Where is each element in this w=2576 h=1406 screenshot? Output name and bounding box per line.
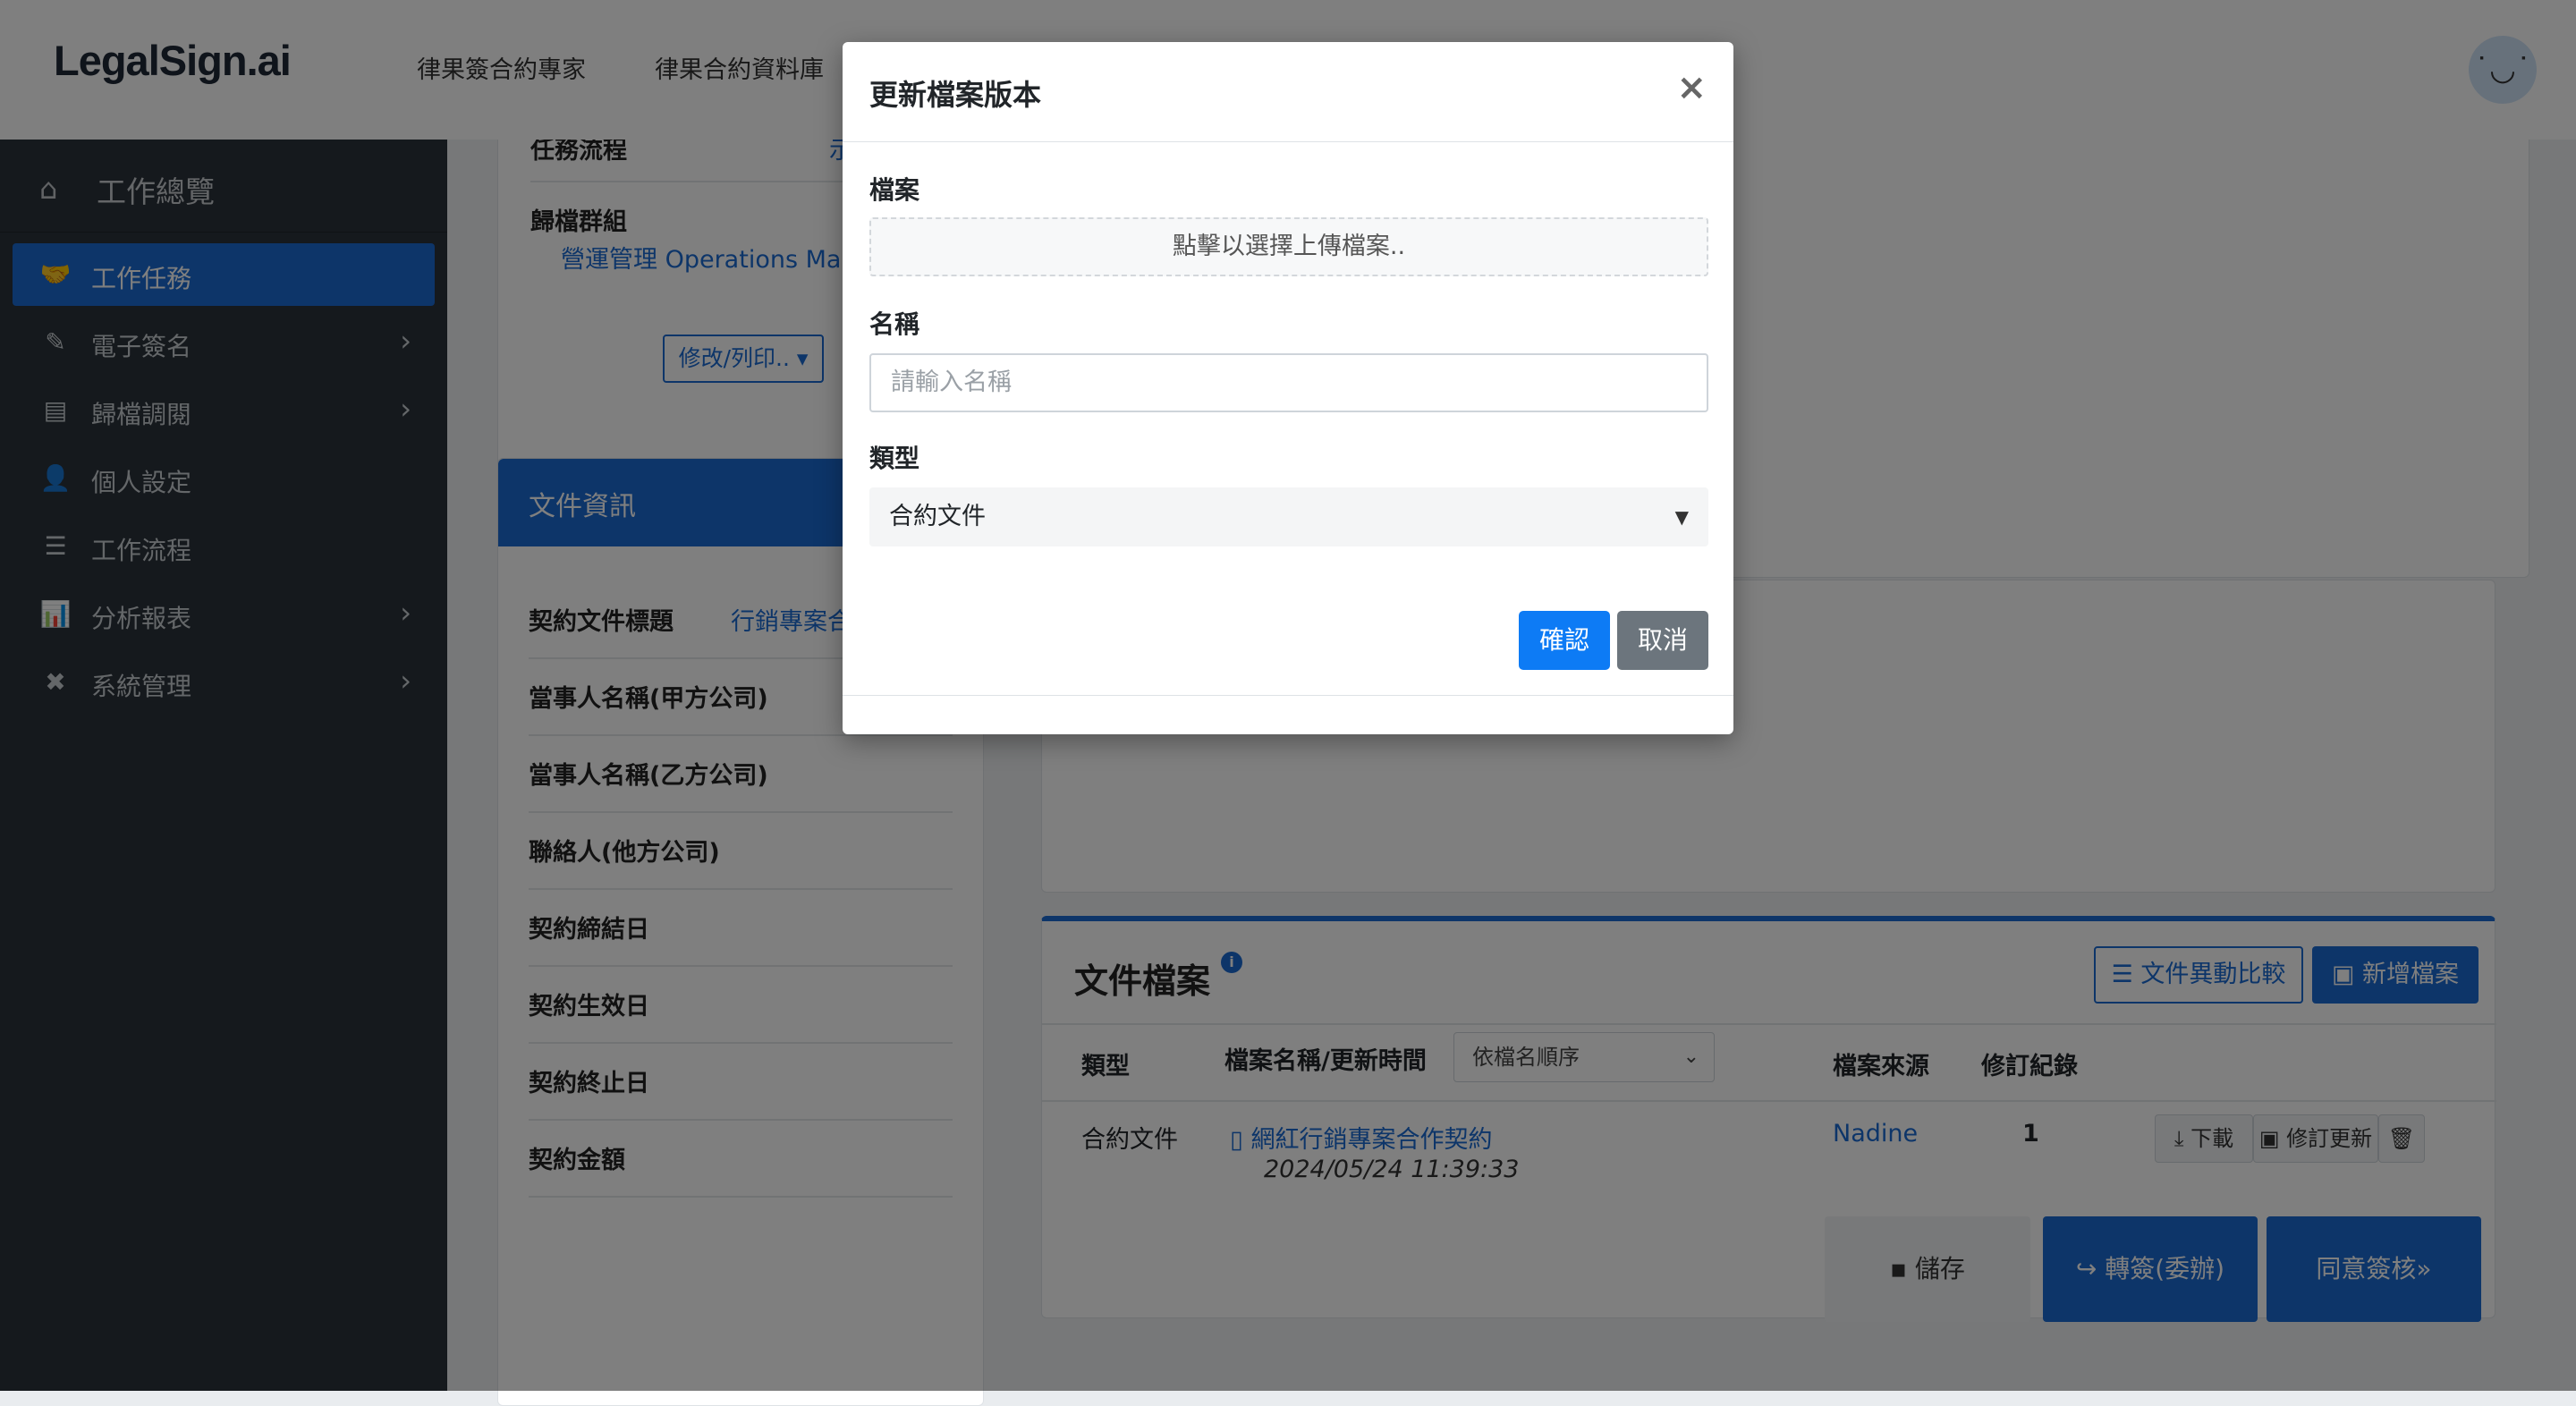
type-select-value: 合約文件	[889, 503, 986, 530]
type-label: 類型	[869, 444, 920, 473]
file-upload-dropzone[interactable]: 點擊以選擇上傳檔案..	[869, 217, 1708, 276]
close-icon[interactable]: ×	[1676, 67, 1707, 108]
modal-footer-divider	[843, 695, 1733, 696]
modal-header: 更新檔案版本 ×	[843, 42, 1733, 142]
type-select[interactable]: 合約文件 ▼	[869, 487, 1708, 546]
name-input[interactable]: 請輸入名稱	[869, 353, 1708, 412]
cancel-button[interactable]: 取消	[1617, 611, 1708, 670]
modal-title: 更新檔案版本	[869, 78, 1042, 112]
confirm-button[interactable]: 確認	[1519, 611, 1610, 670]
caret-down-icon: ▼	[1674, 506, 1689, 528]
name-label: 名稱	[869, 309, 920, 339]
update-file-version-modal: 更新檔案版本 × 檔案 點擊以選擇上傳檔案.. 名稱 請輸入名稱 類型 合約文件…	[843, 42, 1733, 734]
file-label: 檔案	[869, 175, 920, 205]
